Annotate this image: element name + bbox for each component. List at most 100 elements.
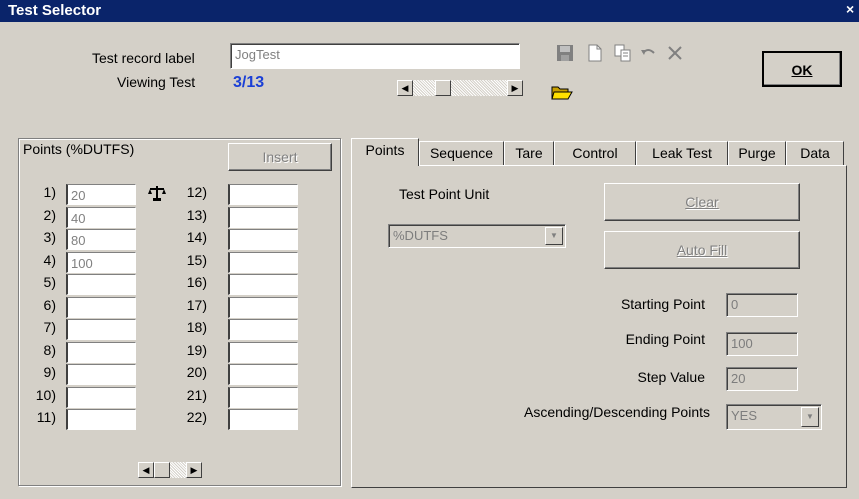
point-value-field[interactable] xyxy=(66,274,136,295)
point-value-field[interactable] xyxy=(228,409,298,430)
points-group-title: Points (%DUTFS) xyxy=(23,141,135,157)
point-number: 9) xyxy=(43,364,56,380)
scale-icon[interactable] xyxy=(147,184,167,202)
point-value-field[interactable] xyxy=(228,229,298,250)
points-scroll-track[interactable] xyxy=(170,462,186,478)
point-number: 5) xyxy=(43,274,56,290)
point-number: 16) xyxy=(186,274,207,290)
point-row: 15) xyxy=(187,251,305,274)
point-number: 7) xyxy=(43,319,56,335)
point-value-field[interactable] xyxy=(228,386,298,408)
tab-leak-test[interactable]: Leak Test xyxy=(636,141,728,165)
ok-label: OK xyxy=(791,62,813,78)
point-row: 16) xyxy=(187,274,305,296)
point-row: 4) 100 xyxy=(44,251,154,274)
point-number: 20) xyxy=(186,364,207,380)
points-scroll-left[interactable]: ◀ xyxy=(138,462,154,478)
undo-icon[interactable] xyxy=(638,44,658,64)
point-value-field[interactable] xyxy=(228,206,298,228)
points-scroll-right[interactable]: ▶ xyxy=(186,462,202,478)
point-value-field[interactable]: 40 xyxy=(66,206,136,228)
point-number: 17) xyxy=(186,296,207,313)
point-number: 11) xyxy=(36,409,56,425)
step-value-field[interactable]: 20 xyxy=(726,367,798,391)
point-number: 13) xyxy=(186,206,207,223)
point-value-field[interactable] xyxy=(228,296,298,318)
asc-desc-label: Ascending/Descending Points xyxy=(523,404,710,420)
point-value-field[interactable]: 20 xyxy=(66,184,136,205)
point-value-field[interactable] xyxy=(66,296,136,318)
new-document-icon[interactable] xyxy=(585,44,605,64)
step-value-label: Step Value xyxy=(637,369,705,385)
close-icon[interactable]: × xyxy=(846,1,859,19)
point-number: 10) xyxy=(35,386,56,403)
point-number: 6) xyxy=(43,296,56,313)
starting-point-field[interactable]: 0 xyxy=(726,293,798,317)
ending-point-field[interactable]: 100 xyxy=(726,332,798,356)
clear-label: Clear xyxy=(685,194,719,210)
scroll-left-arrow[interactable]: ◀ xyxy=(397,80,413,96)
point-row: 7) xyxy=(44,319,154,341)
starting-point-label: Starting Point xyxy=(620,296,705,312)
viewing-label: Viewing Test xyxy=(117,74,196,90)
scroll-track[interactable] xyxy=(413,80,507,96)
point-row: 21) xyxy=(187,386,305,409)
point-number: 2) xyxy=(43,206,56,223)
points-list-left: 1) 20 2) 40 3) 80 4) 100 5) 6) 7) 8) 9) 10) 11) xyxy=(36,184,154,454)
save-icon[interactable] xyxy=(555,44,575,64)
point-row: 8) xyxy=(44,341,154,364)
viewing-value: 3/13 xyxy=(233,74,265,91)
point-value-field[interactable]: 100 xyxy=(66,251,136,273)
tab-sequence[interactable]: Sequence xyxy=(419,141,504,165)
points-list-right: 12) 13) 14) 15) 16) 17) 18) 19) 20) 21) 22) xyxy=(187,184,305,454)
chevron-down-icon[interactable]: ▼ xyxy=(801,407,819,427)
tab-points[interactable]: Points xyxy=(351,138,419,166)
scroll-right-arrow[interactable]: ▶ xyxy=(507,80,523,96)
point-row: 18) xyxy=(187,319,305,341)
point-value-field[interactable] xyxy=(228,251,298,273)
point-number: 8) xyxy=(43,341,56,358)
auto-fill-label: Auto Fill xyxy=(676,242,728,258)
point-value-field[interactable] xyxy=(66,364,136,385)
chevron-down-icon[interactable]: ▼ xyxy=(545,227,563,245)
insert-label: Insert xyxy=(262,149,298,165)
point-value-field[interactable] xyxy=(66,409,136,430)
test-point-unit-select[interactable]: %DUTFS ▼ xyxy=(388,224,566,248)
point-number: 22) xyxy=(186,409,207,425)
points-scrollbar[interactable]: ◀ ▶ xyxy=(138,462,202,478)
point-value-field[interactable] xyxy=(228,364,298,385)
point-number: 15) xyxy=(186,251,207,268)
point-value-field[interactable] xyxy=(228,319,298,340)
test-point-unit-value: %DUTFS xyxy=(393,228,448,243)
asc-desc-select[interactable]: YES ▼ xyxy=(726,404,822,430)
points-scroll-thumb[interactable] xyxy=(154,462,170,478)
point-value-field[interactable] xyxy=(228,341,298,363)
copy-icon[interactable] xyxy=(613,44,633,64)
tab-strip: Points Sequence Tare Control Leak Test Purge D… xyxy=(351,138,847,166)
insert-button[interactable]: Insert xyxy=(228,143,332,171)
point-value-field[interactable]: 80 xyxy=(66,229,136,250)
scroll-thumb[interactable] xyxy=(435,80,451,96)
point-row: 12) xyxy=(187,184,305,206)
delete-icon[interactable] xyxy=(665,44,685,64)
point-value-field[interactable] xyxy=(228,274,298,295)
point-row: 20) xyxy=(187,364,305,386)
point-value-field[interactable] xyxy=(228,184,298,205)
tab-control[interactable]: Control xyxy=(554,141,636,165)
record-label-input[interactable]: JogTest xyxy=(230,43,520,69)
window-title: Test Selector xyxy=(8,2,102,19)
tab-data[interactable]: Data xyxy=(786,141,844,165)
title-bar: Test Selector × xyxy=(0,0,859,22)
clear-button[interactable]: Clear xyxy=(604,183,800,221)
tab-purge[interactable]: Purge xyxy=(728,141,786,165)
open-folder-icon[interactable] xyxy=(551,84,573,102)
auto-fill-button[interactable]: Auto Fill xyxy=(604,231,800,269)
tab-tare[interactable]: Tare xyxy=(504,141,554,165)
ending-point-label: Ending Point xyxy=(625,331,705,347)
point-value-field[interactable] xyxy=(66,386,136,408)
ok-button[interactable]: OK xyxy=(762,51,842,87)
point-value-field[interactable] xyxy=(66,341,136,363)
point-value-field[interactable] xyxy=(66,319,136,340)
record-scrollbar[interactable]: ◀ ▶ xyxy=(397,80,523,96)
point-row: 19) xyxy=(187,341,305,364)
